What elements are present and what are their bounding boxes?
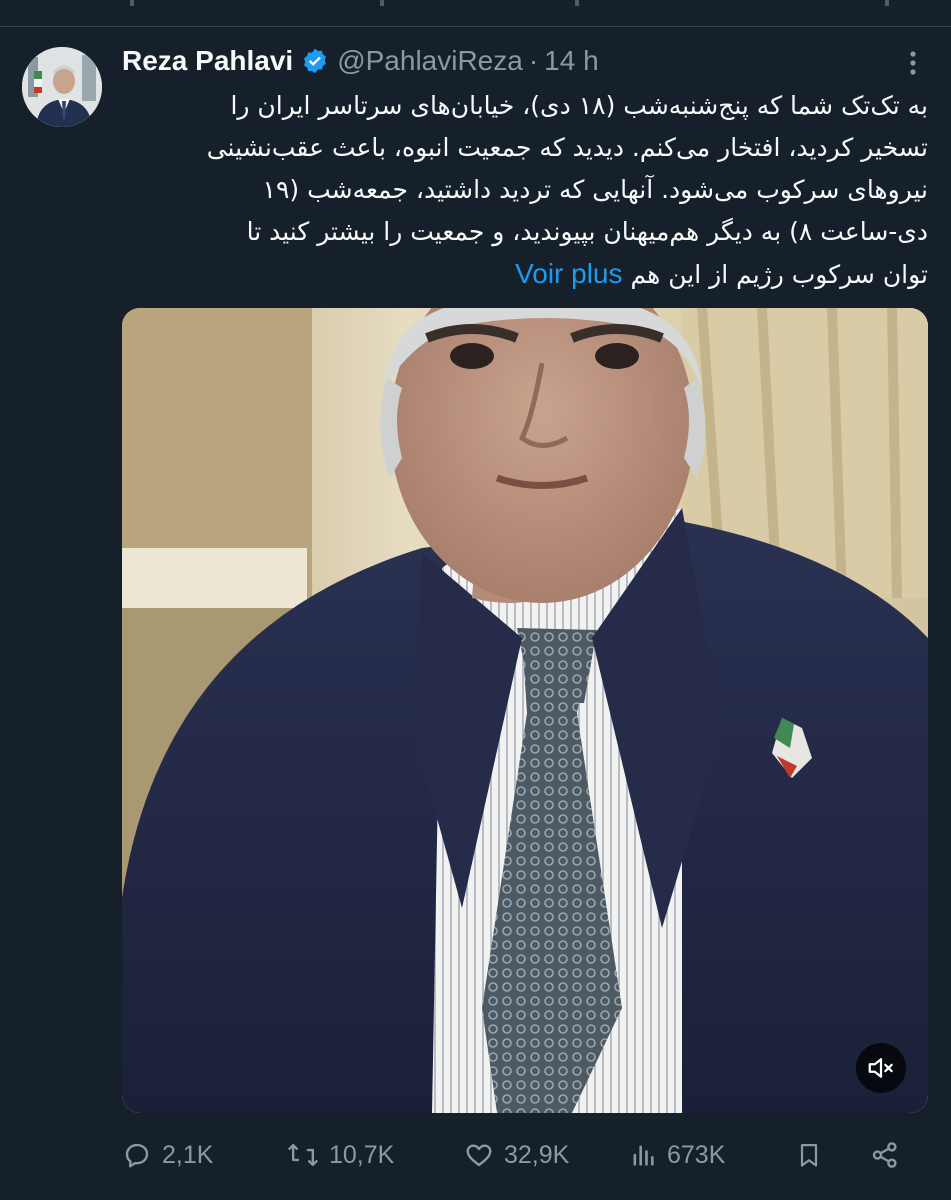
- verified-badge-icon[interactable]: [301, 47, 329, 75]
- show-more-link[interactable]: Voir plus: [515, 258, 622, 289]
- tweet-text-line: نیروهای سرکوب می‌شود. آنهایی که تردید دا…: [262, 175, 928, 204]
- share-button[interactable]: [870, 1133, 910, 1177]
- tweet-text-line: توان سرکوب رژیم از این هم: [630, 260, 928, 289]
- video-player[interactable]: [122, 308, 928, 1113]
- repost-icon: [288, 1143, 318, 1167]
- tweet-text-line: تسخیر کردید، افتخار می‌کنم. دیدید که جمع…: [206, 133, 928, 162]
- views-icon: [633, 1145, 654, 1166]
- views-count: 673K: [667, 1140, 726, 1169]
- cropped-text-fragment: [575, 0, 579, 6]
- cropped-text-fragment: [380, 0, 384, 6]
- like-count: 32,9K: [504, 1140, 570, 1169]
- separator-dot: ·: [528, 45, 539, 76]
- tweet-text-last-line: توان سرکوب رژیم از این هم Voir plus: [122, 253, 928, 296]
- tweet-text-line: دی-ساعت ۸) به دیگر هم‌میهنان بپیوندید، و…: [246, 217, 928, 246]
- mute-icon: [868, 1058, 893, 1078]
- tweet[interactable]: Reza Pahlavi @PahlaviReza · 14 h به تک‌ت…: [0, 27, 951, 1200]
- avatar-photo: [22, 47, 102, 127]
- like-button[interactable]: 32,9K: [464, 1133, 569, 1177]
- author-name[interactable]: Reza Pahlavi: [122, 45, 293, 77]
- cropped-text-fragment: [130, 0, 134, 6]
- tweet-text-line: به تک‌تک شما که پنج‌شنبه‌شب (۱۸ دی)، خیا…: [230, 91, 928, 120]
- tweet-timestamp[interactable]: 14 h: [544, 45, 599, 77]
- mute-button[interactable]: [856, 1043, 906, 1093]
- tweet-actions-bar: 2,1K 10,7K 32,9K 673K: [122, 1133, 912, 1177]
- tweet-text: به تک‌تک شما که پنج‌شنبه‌شب (۱۸ دی)، خیا…: [122, 85, 928, 296]
- reply-count: 2,1K: [162, 1140, 214, 1169]
- tweet-header: Reza Pahlavi @PahlaviReza · 14 h: [122, 41, 599, 81]
- previous-tweet-edge: [0, 0, 951, 27]
- bookmark-button[interactable]: [795, 1133, 833, 1177]
- reply-icon: [125, 1143, 149, 1168]
- reply-button[interactable]: 2,1K: [122, 1133, 213, 1177]
- repost-count: 10,7K: [329, 1140, 395, 1169]
- views-button[interactable]: 673K: [629, 1133, 725, 1177]
- like-icon: [466, 1144, 492, 1167]
- avatar[interactable]: [22, 47, 102, 127]
- repost-button[interactable]: 10,7K: [287, 1133, 394, 1177]
- share-icon: [872, 1142, 897, 1168]
- bookmark-icon: [800, 1143, 818, 1167]
- video-frame: [122, 308, 928, 1113]
- author-handle[interactable]: @PahlaviReza: [337, 45, 523, 77]
- more-options-icon[interactable]: [907, 49, 919, 77]
- cropped-text-fragment: [885, 0, 889, 6]
